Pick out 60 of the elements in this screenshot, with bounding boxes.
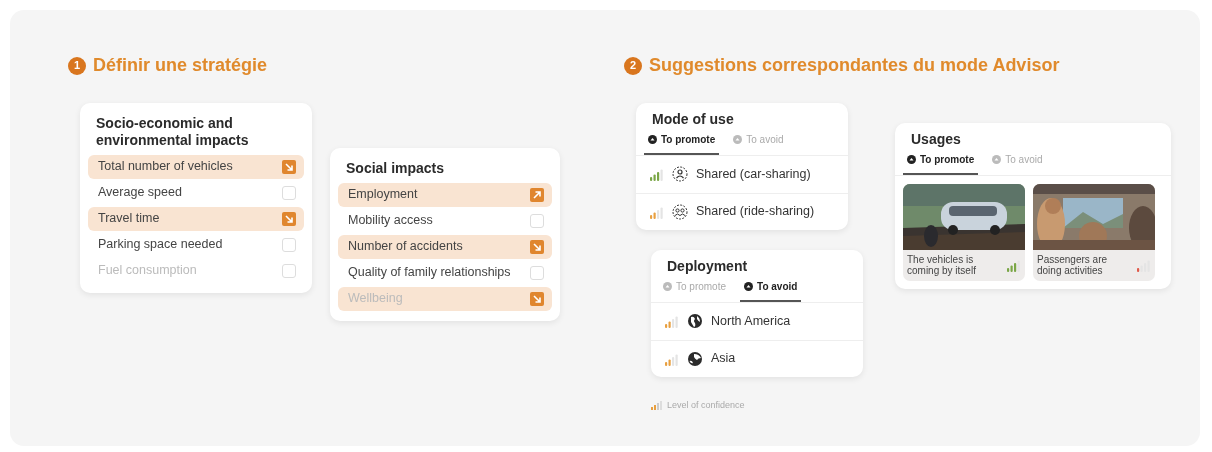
person-icon (672, 166, 688, 183)
checkbox[interactable] (282, 237, 296, 252)
circle-icon (663, 281, 672, 291)
row-label: Shared (ride-sharing) (696, 203, 815, 221)
list-item[interactable]: Travel time (88, 206, 304, 231)
globe-icon (687, 313, 703, 330)
card-title: Social impacts (345, 159, 446, 178)
row-label: Asia (711, 350, 736, 368)
item-label: Number of accidents (348, 238, 463, 256)
card-title: Socio-economic and environmental impacts (95, 114, 250, 150)
circle-icon (744, 281, 754, 291)
list-item[interactable]: Average speed (88, 180, 304, 205)
signal-icon (651, 400, 663, 410)
step-number-badge: 2 (624, 56, 642, 75)
circle-icon (733, 134, 743, 144)
tab[interactable]: To avoid (740, 274, 802, 302)
usage-caption: Passengers are doing activities (1037, 253, 1109, 277)
item-label: Quality of family relationships (348, 264, 511, 282)
list-item[interactable]: Quality of family relationships (338, 260, 552, 285)
usage-card[interactable]: Passengers are doing activities (1033, 183, 1155, 281)
card-title: Deployment (666, 256, 749, 275)
usage-caption: The vehicles is coming by itself (907, 253, 977, 277)
card-title: Mode of use (651, 110, 735, 128)
checkbox[interactable] (530, 265, 544, 280)
arrow-down-right-icon (282, 159, 296, 174)
legend-label: Level of confidence (667, 398, 745, 412)
checkbox[interactable] (530, 213, 544, 228)
usage-card[interactable]: The vehicles is coming by itself (903, 183, 1025, 281)
circle-icon (648, 134, 657, 144)
item-label: Employment (348, 186, 418, 204)
circle-icon (907, 154, 916, 164)
arrow-up-right-icon (530, 187, 544, 202)
list-item[interactable]: Number of accidents (338, 234, 552, 259)
group-icon (672, 203, 688, 220)
item-label: Average speed (98, 184, 182, 202)
row-label: Shared (car-sharing) (696, 165, 811, 183)
item-label: Wellbeing (348, 290, 403, 308)
list-item[interactable]: Mobility access (338, 208, 552, 233)
checkbox[interactable] (282, 263, 296, 278)
step-number-badge: 1 (68, 56, 86, 75)
tab[interactable]: To promote (903, 147, 979, 175)
list-item[interactable]: Employment (338, 182, 552, 207)
checkbox[interactable] (282, 185, 296, 200)
list-item[interactable]: Total number of vehicles (88, 154, 304, 179)
circle-icon (992, 154, 1002, 164)
section-title: Définir une stratégie (93, 54, 268, 77)
arrow-down-right-icon (530, 239, 544, 254)
list-item[interactable]: Parking space needed (88, 232, 304, 257)
item-label: Parking space needed (98, 236, 223, 254)
item-label: Travel time (98, 210, 160, 228)
arrow-down-right-icon (282, 211, 296, 226)
tab[interactable]: To promote (644, 127, 720, 155)
item-label: Mobility access (348, 212, 433, 230)
row-label: North America (711, 312, 791, 330)
item-label: Fuel consumption (98, 262, 197, 280)
globe-icon (687, 350, 703, 367)
card-title: Usages (910, 130, 962, 148)
item-label: Total number of vehicles (98, 158, 233, 176)
section-title: Suggestions correspondantes du mode Advisor (649, 54, 1060, 77)
arrow-down-right-icon (530, 291, 544, 306)
